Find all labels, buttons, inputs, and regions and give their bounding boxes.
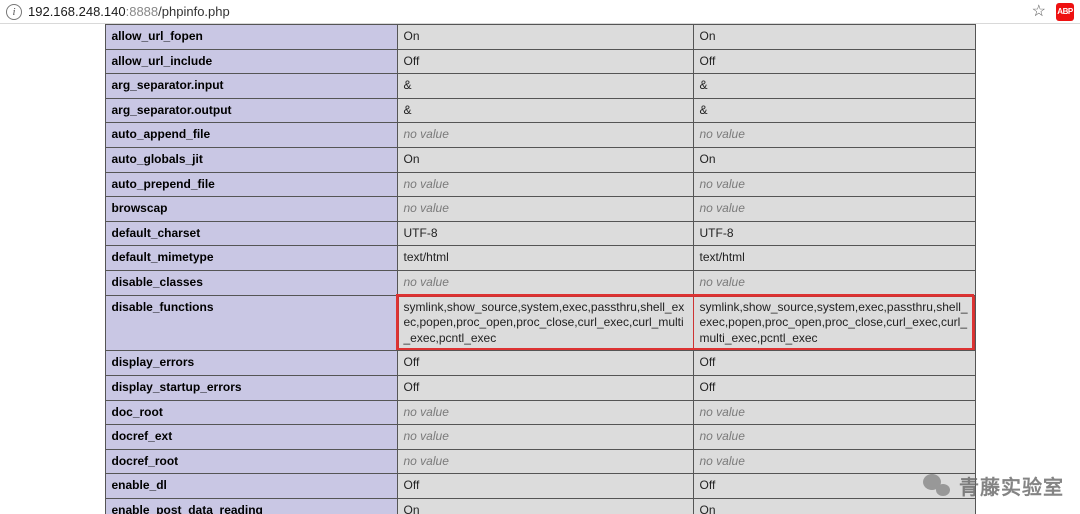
url-port: :8888 xyxy=(126,0,159,24)
master-value: Off xyxy=(693,375,975,400)
local-value: & xyxy=(397,98,693,123)
directive-name: docref_root xyxy=(105,449,397,474)
master-value: On xyxy=(693,147,975,172)
table-row: default_charsetUTF-8UTF-8 xyxy=(105,221,975,246)
directive-name: allow_url_fopen xyxy=(105,25,397,50)
master-value: Off xyxy=(693,351,975,376)
directive-name: allow_url_include xyxy=(105,49,397,74)
table-row: disable_classesno valueno value xyxy=(105,270,975,295)
directive-name: auto_prepend_file xyxy=(105,172,397,197)
phpinfo-table: allow_url_fopenOnOnallow_url_includeOffO… xyxy=(105,24,976,514)
local-value: On xyxy=(397,147,693,172)
master-value: On xyxy=(693,498,975,514)
local-value: no value xyxy=(397,197,693,222)
table-row: arg_separator.output&& xyxy=(105,98,975,123)
browser-url-bar[interactable]: i 192.168.248.140:8888/phpinfo.php ☆ ABP xyxy=(0,0,1080,24)
master-value: & xyxy=(693,98,975,123)
local-value: no value xyxy=(397,425,693,450)
local-value: Off xyxy=(397,49,693,74)
local-value: no value xyxy=(397,172,693,197)
bookmark-star-icon[interactable]: ☆ xyxy=(1032,0,1046,24)
adblock-icon[interactable]: ABP xyxy=(1056,3,1074,21)
table-row: allow_url_includeOffOff xyxy=(105,49,975,74)
local-value: no value xyxy=(397,270,693,295)
master-value: Off xyxy=(693,49,975,74)
directive-name: display_errors xyxy=(105,351,397,376)
directive-name: enable_post_data_reading xyxy=(105,498,397,514)
master-value: no value xyxy=(693,400,975,425)
master-value: & xyxy=(693,74,975,99)
local-value: no value xyxy=(397,449,693,474)
local-value: symlink,show_source,system,exec,passthru… xyxy=(397,295,693,351)
directive-name: default_charset xyxy=(105,221,397,246)
local-value: text/html xyxy=(397,246,693,271)
local-value: On xyxy=(397,25,693,50)
directive-name: default_mimetype xyxy=(105,246,397,271)
directive-name: browscap xyxy=(105,197,397,222)
directive-name: docref_ext xyxy=(105,425,397,450)
master-value: Off xyxy=(693,474,975,499)
directive-name: enable_dl xyxy=(105,474,397,499)
page-body: allow_url_fopenOnOnallow_url_includeOffO… xyxy=(0,24,1080,514)
table-row: docref_extno valueno value xyxy=(105,425,975,450)
master-value: no value xyxy=(693,270,975,295)
table-row: enable_post_data_readingOnOn xyxy=(105,498,975,514)
directive-name: doc_root xyxy=(105,400,397,425)
master-value: UTF-8 xyxy=(693,221,975,246)
local-value: Off xyxy=(397,474,693,499)
url-path: /phpinfo.php xyxy=(158,0,230,24)
directive-name: disable_functions xyxy=(105,295,397,351)
directive-name: arg_separator.input xyxy=(105,74,397,99)
master-value: symlink,show_source,system,exec,passthru… xyxy=(693,295,975,351)
master-value: no value xyxy=(693,425,975,450)
local-value: no value xyxy=(397,400,693,425)
master-value: no value xyxy=(693,197,975,222)
master-value: no value xyxy=(693,449,975,474)
directive-name: auto_append_file xyxy=(105,123,397,148)
local-value: no value xyxy=(397,123,693,148)
table-row: arg_separator.input&& xyxy=(105,74,975,99)
table-row: display_errorsOffOff xyxy=(105,351,975,376)
local-value: & xyxy=(397,74,693,99)
table-row: browscapno valueno value xyxy=(105,197,975,222)
directive-name: display_startup_errors xyxy=(105,375,397,400)
master-value: On xyxy=(693,25,975,50)
master-value: text/html xyxy=(693,246,975,271)
table-row: allow_url_fopenOnOn xyxy=(105,25,975,50)
table-row: enable_dlOffOff xyxy=(105,474,975,499)
local-value: Off xyxy=(397,375,693,400)
url-host: 192.168.248.140 xyxy=(28,0,126,24)
site-info-icon[interactable]: i xyxy=(6,4,22,20)
table-row: display_startup_errorsOffOff xyxy=(105,375,975,400)
master-value: no value xyxy=(693,123,975,148)
local-value: Off xyxy=(397,351,693,376)
master-value: no value xyxy=(693,172,975,197)
local-value: On xyxy=(397,498,693,514)
table-row: docref_rootno valueno value xyxy=(105,449,975,474)
directive-name: arg_separator.output xyxy=(105,98,397,123)
table-row: auto_prepend_fileno valueno value xyxy=(105,172,975,197)
table-row: auto_globals_jitOnOn xyxy=(105,147,975,172)
directive-name: disable_classes xyxy=(105,270,397,295)
directive-name: auto_globals_jit xyxy=(105,147,397,172)
table-row: auto_append_fileno valueno value xyxy=(105,123,975,148)
table-row: disable_functionssymlink,show_source,sys… xyxy=(105,295,975,351)
table-row: default_mimetypetext/htmltext/html xyxy=(105,246,975,271)
local-value: UTF-8 xyxy=(397,221,693,246)
table-row: doc_rootno valueno value xyxy=(105,400,975,425)
